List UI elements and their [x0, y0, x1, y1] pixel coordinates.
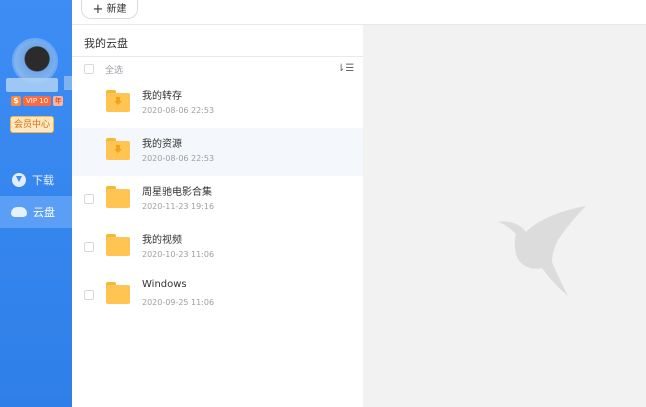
sidebar-item-download[interactable]: 下载	[0, 164, 72, 196]
plus-icon: +	[92, 2, 104, 17]
avatar[interactable]	[14, 40, 56, 82]
vip-level: VIP 10	[23, 96, 52, 106]
member-center-button[interactable]: 会员中心	[10, 116, 54, 133]
select-all[interactable]: 全选	[84, 62, 123, 76]
sidebar-item-label: 下载	[32, 174, 54, 187]
item-date: 2020-09-25 11:06	[142, 298, 215, 307]
list-item[interactable]: 我的转存 2020-08-06 22:53	[72, 80, 363, 128]
bird-logo-icon	[498, 206, 586, 296]
item-date: 2020-08-06 22:53	[142, 106, 215, 115]
expand-handle[interactable]	[64, 76, 72, 90]
folder-icon	[106, 282, 130, 304]
toolbar: + 新建	[72, 0, 646, 25]
breadcrumb[interactable]: 我的云盘	[84, 35, 128, 51]
item-name: 我的资源	[142, 139, 182, 150]
list-item[interactable]: 我的视频 2020-10-23 11:06	[72, 224, 363, 272]
item-checkbox[interactable]	[84, 194, 94, 204]
username-blurred	[6, 78, 58, 92]
new-button[interactable]: + 新建	[81, 0, 138, 19]
folder-transfer-icon	[106, 90, 130, 112]
folder-icon	[106, 186, 130, 208]
list-item[interactable]: 我的资源 2020-08-06 22:53	[72, 128, 363, 176]
cloud-icon	[11, 207, 27, 217]
sidebar: $ VIP 10 年 会员中心 下载 云盘	[0, 0, 72, 407]
item-checkbox[interactable]	[84, 290, 94, 300]
vip-badge: $ VIP 10 年	[11, 96, 64, 107]
sidebar-item-label: 云盘	[33, 206, 55, 219]
item-name: 我的转存	[142, 91, 182, 102]
item-name: 我的视频	[142, 235, 182, 246]
list-item[interactable]: Windows 2020-09-25 11:06	[72, 272, 363, 320]
item-name: 周星驰电影合集	[142, 187, 212, 198]
list-item[interactable]: 周星驰电影合集 2020-11-23 19:16	[72, 176, 363, 224]
item-date: 2020-11-23 19:16	[142, 202, 215, 211]
item-checkbox[interactable]	[84, 242, 94, 252]
vip-s-icon: $	[11, 96, 21, 106]
file-list-pane: 我的云盘 全选 ⇂☰ 我的转存 2020-08-06 22:53 我的资源 20…	[72, 25, 363, 407]
folder-icon	[106, 234, 130, 256]
select-all-label: 全选	[105, 65, 124, 76]
vip-annual-badge: 年	[53, 96, 64, 106]
sidebar-item-cloud[interactable]: 云盘	[0, 196, 72, 228]
item-name: Windows	[142, 279, 187, 290]
new-button-label: 新建	[106, 4, 127, 15]
folder-resource-icon	[106, 138, 130, 160]
sort-icon[interactable]: ⇂☰	[337, 63, 354, 74]
divider	[72, 56, 363, 57]
select-all-checkbox[interactable]	[84, 64, 94, 74]
item-date: 2020-08-06 22:53	[142, 154, 215, 163]
download-icon	[12, 173, 26, 187]
item-date: 2020-10-23 11:06	[142, 250, 215, 259]
